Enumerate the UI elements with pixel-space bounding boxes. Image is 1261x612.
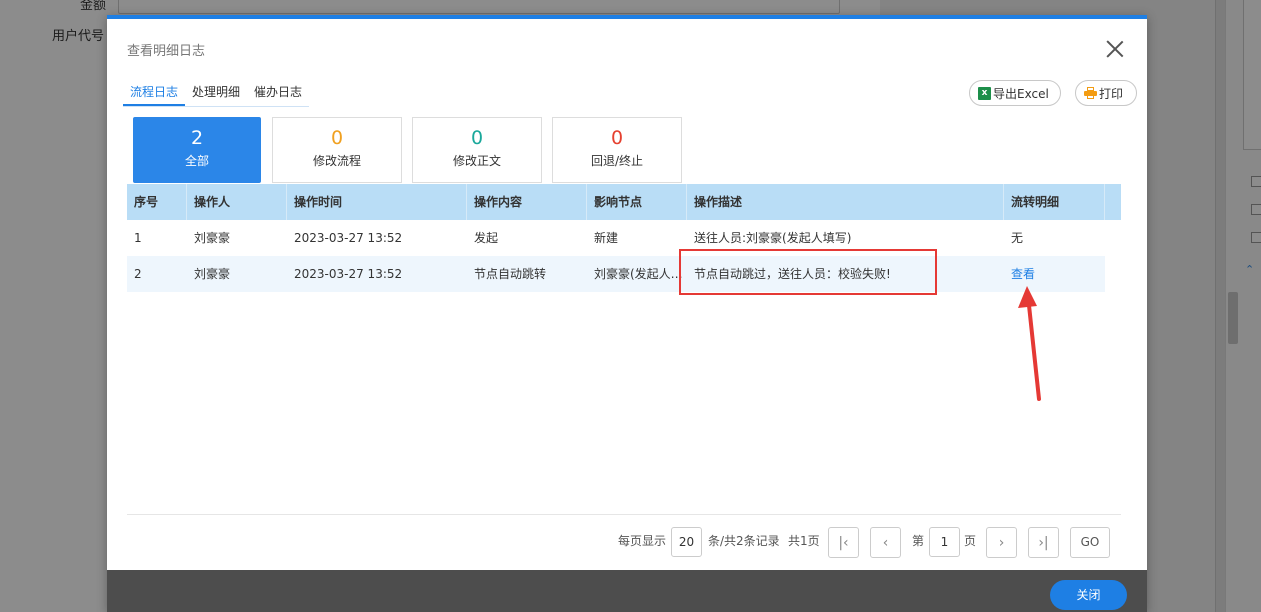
cell-node: 新建 [594,231,619,245]
stat-card-modify-text[interactable]: 0 修改正文 [412,117,542,183]
tab-reminder-log[interactable]: 催办日志 [247,80,309,106]
table-row: 2 刘豪豪 2023-03-27 13:52 节点自动跳转 刘豪豪(发起人… 节… [127,256,1105,292]
next-page-icon[interactable]: › [986,527,1017,558]
tab-process-log[interactable]: 流程日志 [123,80,186,106]
printer-icon [1084,87,1097,99]
first-page-icon[interactable]: |‹ [828,527,859,558]
highlight-box [679,249,937,295]
cell-content: 发起 [474,231,499,245]
export-excel-label: 导出Excel [993,86,1049,101]
cell-content: 节点自动跳转 [474,267,547,281]
close-button[interactable]: 关闭 [1050,580,1127,610]
table-row: 1 刘豪豪 2023-03-27 13:52 发起 新建 送往人员:刘豪豪(发起… [127,220,1105,256]
detail-log-dialog: 查看明细日志 流程日志 处理明细 催办日志 x 导出Excel 打印 2 全部 … [107,15,1147,612]
stat-card-modify-flow[interactable]: 0 修改流程 [272,117,402,183]
cell-operator: 刘豪豪 [194,231,231,245]
record-count-text: 条/共2条记录 [708,534,780,548]
page-suffix: 页 [964,534,977,548]
cell-node: 刘豪豪(发起人… [594,267,683,281]
column-header-description: 操作描述 [687,184,1004,220]
stat-label: 修改正文 [452,154,501,168]
stat-label: 修改流程 [312,154,361,168]
cell-index: 1 [134,231,142,245]
column-header-operator: 操作人 [187,184,287,220]
column-header-content: 操作内容 [467,184,587,220]
table-divider [127,514,1121,515]
stat-count: 2 [190,127,204,149]
column-header-node: 影响节点 [587,184,687,220]
per-page-prefix: 每页显示 [618,534,667,548]
cell-operator: 刘豪豪 [194,267,231,281]
cell-index: 2 [134,267,142,281]
column-header-flow-detail: 流转明细 [1004,184,1105,220]
cell-time: 2023-03-27 13:52 [294,231,403,245]
stat-label: 回退/终止 [590,154,644,168]
stat-count: 0 [470,127,484,149]
table-header: 序号 操作人 操作时间 操作内容 影响节点 操作描述 流转明细 [127,184,1121,220]
print-label: 打印 [1099,86,1124,101]
arrow-annotation-icon [1018,286,1041,401]
dialog-footer: 关闭 [107,570,1147,612]
stat-card-all[interactable]: 2 全部 [133,117,261,183]
page-number-input[interactable]: 1 [929,527,960,557]
export-excel-button[interactable]: x 导出Excel [969,80,1061,106]
stat-count: 0 [330,127,344,149]
column-header-index: 序号 [127,184,187,220]
log-tabs: 流程日志 处理明细 催办日志 [123,80,310,107]
stat-label: 全部 [184,154,209,168]
stat-card-return-terminate[interactable]: 0 回退/终止 [552,117,682,183]
cell-flow-detail: 无 [1011,231,1024,245]
last-page-icon[interactable]: ›| [1028,527,1059,558]
page-prefix: 第 [912,534,925,548]
total-pages-text: 共1页 [788,534,820,548]
per-page-input[interactable]: 20 [671,527,702,557]
go-button[interactable]: GO [1070,527,1110,558]
column-header-time: 操作时间 [287,184,467,220]
print-button[interactable]: 打印 [1075,80,1137,106]
tab-handling-detail[interactable]: 处理明细 [185,80,247,106]
cell-time: 2023-03-27 13:52 [294,267,403,281]
prev-page-icon[interactable]: ‹ [870,527,901,558]
stat-count: 0 [610,127,624,149]
dialog-title: 查看明细日志 [127,44,206,59]
close-icon[interactable] [1104,38,1126,60]
excel-icon: x [978,86,991,100]
